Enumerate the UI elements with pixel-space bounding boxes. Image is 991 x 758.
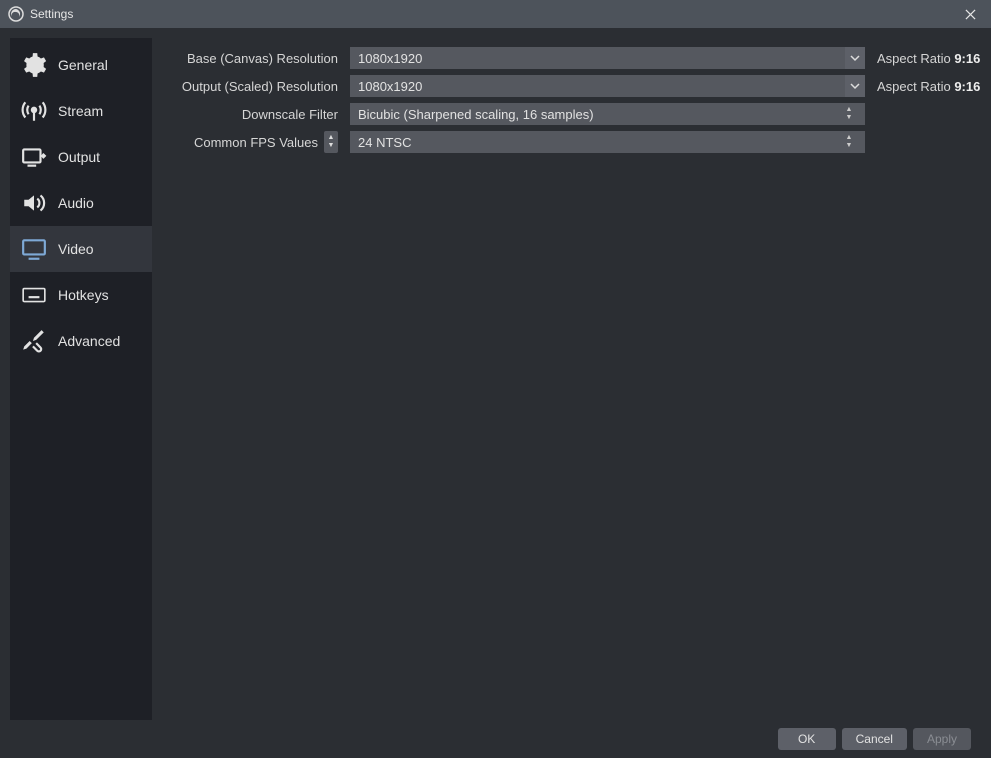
gear-icon xyxy=(20,51,48,79)
fps-row: Common FPS Values ▲▼ 24 NTSC ▲▼ xyxy=(164,130,981,154)
sidebar-item-label: Audio xyxy=(58,195,94,211)
tools-icon xyxy=(20,327,48,355)
base-resolution-label: Base (Canvas) Resolution xyxy=(164,51,344,66)
sidebar-item-label: Video xyxy=(58,241,94,257)
fps-value-select[interactable]: 24 NTSC ▲▼ xyxy=(350,131,865,153)
sidebar-item-hotkeys[interactable]: Hotkeys xyxy=(10,272,152,318)
spinner-icon[interactable]: ▲▼ xyxy=(841,131,857,153)
base-aspect-ratio: 9:16 xyxy=(954,51,980,66)
obs-icon xyxy=(8,6,24,22)
output-resolution-select[interactable]: 1080x1920 xyxy=(350,75,865,97)
settings-sidebar: General Stream Output xyxy=(10,38,152,720)
sidebar-item-advanced[interactable]: Advanced xyxy=(10,318,152,364)
base-resolution-row: Base (Canvas) Resolution 1080x1920 Aspec… xyxy=(164,46,981,70)
output-resolution-label: Output (Scaled) Resolution xyxy=(164,79,344,94)
base-aspect-label: Aspect Ratio 9:16 xyxy=(871,51,981,66)
chevron-down-icon[interactable] xyxy=(845,47,865,69)
broadcast-icon xyxy=(20,97,48,125)
sidebar-item-label: Hotkeys xyxy=(58,287,109,303)
sidebar-item-video[interactable]: Video xyxy=(10,226,152,272)
ok-button[interactable]: OK xyxy=(778,728,836,750)
sidebar-item-stream[interactable]: Stream xyxy=(10,88,152,134)
video-settings-panel: Base (Canvas) Resolution 1080x1920 Aspec… xyxy=(152,38,981,720)
base-resolution-value: 1080x1920 xyxy=(358,51,422,66)
output-resolution-row: Output (Scaled) Resolution 1080x1920 Asp… xyxy=(164,74,981,98)
fps-type-label: Common FPS Values xyxy=(194,135,318,150)
sidebar-item-output[interactable]: Output xyxy=(10,134,152,180)
dialog-footer: OK Cancel Apply xyxy=(10,720,981,758)
cancel-button[interactable]: Cancel xyxy=(842,728,907,750)
apply-button: Apply xyxy=(913,728,971,750)
keyboard-icon xyxy=(20,281,48,309)
downscale-filter-select[interactable]: Bicubic (Sharpened scaling, 16 samples) … xyxy=(350,103,865,125)
sidebar-item-label: Advanced xyxy=(58,333,120,349)
fps-type-label-wrap: Common FPS Values ▲▼ xyxy=(164,131,344,153)
output-aspect-ratio: 9:16 xyxy=(954,79,980,94)
spinner-icon[interactable]: ▲▼ xyxy=(841,103,857,125)
downscale-filter-row: Downscale Filter Bicubic (Sharpened scal… xyxy=(164,102,981,126)
downscale-filter-label: Downscale Filter xyxy=(164,107,344,122)
monitor-icon xyxy=(20,235,48,263)
sidebar-item-label: General xyxy=(58,57,108,73)
window-title: Settings xyxy=(30,7,957,21)
base-resolution-select[interactable]: 1080x1920 xyxy=(350,47,865,69)
sidebar-item-label: Stream xyxy=(58,103,103,119)
sidebar-item-audio[interactable]: Audio xyxy=(10,180,152,226)
downscale-filter-value: Bicubic (Sharpened scaling, 16 samples) xyxy=(358,107,594,122)
output-icon xyxy=(20,143,48,171)
chevron-down-icon[interactable] xyxy=(845,75,865,97)
output-aspect-label: Aspect Ratio 9:16 xyxy=(871,79,981,94)
sidebar-item-general[interactable]: General xyxy=(10,42,152,88)
close-button[interactable] xyxy=(957,4,983,24)
fps-type-spinner[interactable]: ▲▼ xyxy=(324,131,338,153)
fps-value: 24 NTSC xyxy=(358,135,411,150)
speaker-icon xyxy=(20,189,48,217)
sidebar-item-label: Output xyxy=(58,149,100,165)
output-resolution-value: 1080x1920 xyxy=(358,79,422,94)
titlebar: Settings xyxy=(0,0,991,28)
